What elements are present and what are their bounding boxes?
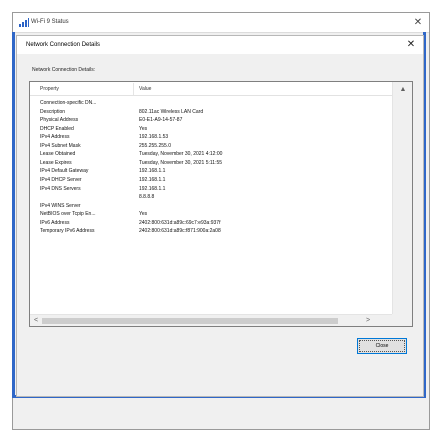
list-header: Property Value [30, 82, 392, 96]
scrollbar-corner [392, 314, 412, 326]
table-row[interactable]: IPv4 WINS Server [30, 202, 392, 210]
row-property: IPv6 Address [40, 219, 70, 226]
row-property: Connection-specific DN... [40, 100, 97, 106]
column-separator[interactable] [133, 83, 134, 95]
close-button-focus-rect [359, 340, 405, 352]
network-details-title: Network Connection Details [26, 42, 101, 48]
section-label: Network Connection Details: [32, 67, 96, 73]
table-row[interactable]: Lease Expires Tuesday, November 30, 2021 … [30, 159, 392, 167]
window-border-left [12, 32, 15, 398]
row-property: Lease Obtained [40, 151, 76, 158]
row-property: NetBIOS over Tcpip En... [40, 211, 96, 218]
row-value: Yes [139, 125, 148, 132]
table-row[interactable]: Description 802.11ac Wireless LAN Card [30, 108, 392, 116]
row-value: 192.168.1.1 [139, 168, 166, 175]
table-row[interactable]: Connection-specific DN... [30, 99, 392, 107]
table-row[interactable]: IPv4 DHCP Server 192.168.1.1 [30, 176, 392, 184]
row-property: IPv4 Address [40, 134, 70, 141]
scroll-up-icon[interactable]: ▲ [397, 86, 409, 94]
row-value: Tuesday, November 30, 2021 5:11:55 [139, 159, 223, 166]
table-row[interactable]: IPv4 DNS Servers 192.168.1.1 [30, 185, 392, 193]
column-header-property[interactable]: Property [40, 86, 59, 92]
vertical-scrollbar[interactable]: ▲ [392, 82, 412, 314]
wifi-status-title: Wi-Fi 9 Status [31, 19, 69, 25]
row-property: Description [40, 108, 66, 115]
row-value: 802.11ac Wireless LAN Card [139, 108, 204, 115]
wifi-status-close-button[interactable]: ✕ [411, 16, 425, 29]
row-property: DHCP Enabled [40, 125, 74, 132]
row-value: 2402:800:631d:a89c:69c7:e93a:937f [139, 219, 221, 226]
horizontal-scrollbar[interactable]: < > [30, 314, 392, 326]
row-property: IPv4 WINS Server [40, 202, 81, 209]
row-value: 192.168.1.1 [139, 185, 166, 192]
details-list-view[interactable]: Property Value Connection-specific DN...… [29, 81, 413, 327]
row-value: Yes [139, 211, 148, 218]
scroll-left-icon[interactable]: < [32, 317, 40, 325]
column-header-value[interactable]: Value [139, 86, 151, 92]
table-row[interactable]: Lease Obtained Tuesday, November 30, 2021… [30, 150, 392, 158]
row-value: 192.168.1.1 [139, 176, 166, 183]
table-row[interactable]: IPv4 Default Gateway 192.168.1.1 [30, 167, 392, 175]
network-details-close-icon[interactable]: ✕ [404, 38, 418, 52]
table-row[interactable]: IPv4 Subnet Mask 255.255.255.0 [30, 142, 392, 150]
row-value: E0-E1-A9-14-57-87 [139, 117, 183, 124]
row-value: 255.255.255.0 [139, 142, 171, 149]
table-row[interactable]: DHCP Enabled Yes [30, 125, 392, 133]
wifi-status-titlebar: Wi-Fi 9 Status ✕ [13, 13, 429, 33]
row-value: 8.8.8.8 [139, 194, 155, 201]
row-property: IPv4 Default Gateway [40, 168, 89, 175]
network-details-dialog: Network Connection Details ✕ Network Con… [16, 35, 424, 397]
row-property: Physical Address [40, 117, 79, 124]
row-property: IPv4 Subnet Mask [40, 142, 81, 149]
wifi-signal-icon [19, 18, 29, 27]
table-row[interactable]: IPv4 Address 192.168.1.53 [30, 133, 392, 141]
row-property: Lease Expires [40, 159, 72, 166]
scroll-right-icon[interactable]: > [364, 317, 372, 325]
table-row[interactable]: IPv6 Address 2402:800:631d:a89c:69c7:e93a… [30, 219, 392, 227]
row-property: Temporary IPv6 Address [40, 228, 95, 235]
network-details-titlebar: Network Connection Details ✕ [17, 36, 423, 54]
table-row[interactable]: NetBIOS over Tcpip En... Yes [30, 210, 392, 218]
row-property: IPv4 DNS Servers [40, 185, 81, 192]
row-property: IPv4 DHCP Server [40, 176, 82, 183]
table-row[interactable]: Temporary IPv6 Address 2402:800:631d:a89c… [30, 227, 392, 235]
table-row[interactable]: 8.8.8.8 [30, 193, 392, 201]
row-value: 192.168.1.53 [139, 134, 169, 141]
table-row[interactable]: Physical Address E0-E1-A9-14-57-87 [30, 116, 392, 124]
row-value: Tuesday, November 30, 2021 4:12:00 [139, 151, 223, 158]
horizontal-scroll-thumb[interactable] [42, 318, 338, 324]
close-button[interactable]: Close [357, 338, 407, 354]
row-value: 2402:800:631d:a89c:f871:900a:2a08 [139, 228, 221, 235]
